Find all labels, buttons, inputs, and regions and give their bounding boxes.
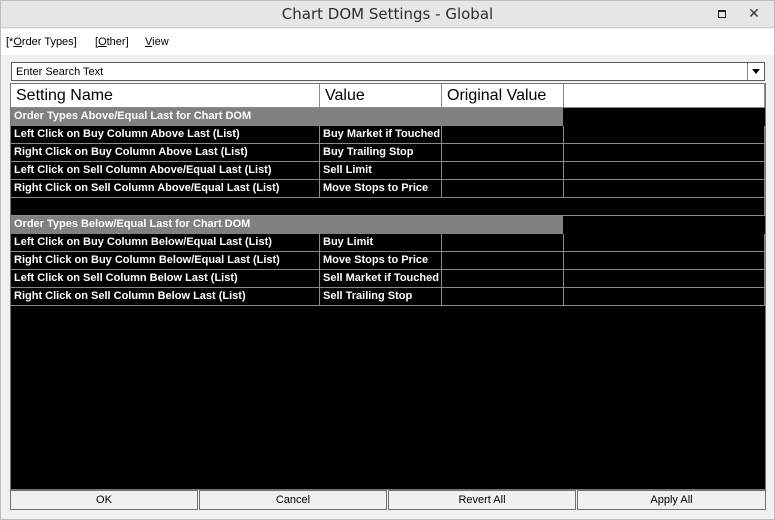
filler-cell [564, 270, 765, 288]
settings-window: Chart DOM Settings - Global ✕ [*Order Ty… [0, 0, 775, 520]
search-input[interactable]: Enter Search Text [16, 66, 103, 78]
cancel-button[interactable]: Cancel [199, 490, 387, 510]
setting-name-cell: Left Click on Buy Column Below/Equal Las… [11, 234, 320, 252]
filler-cell [564, 234, 765, 252]
filler-cell [564, 252, 765, 270]
table-row[interactable]: Left Click on Buy Column Above Last (Lis… [11, 126, 765, 144]
search-combobox[interactable]: Enter Search Text [11, 62, 765, 81]
value-cell[interactable]: Sell Market if Touched [320, 270, 442, 288]
window-title: Chart DOM Settings - Global [281, 5, 494, 23]
menu-other-rest: ther] [106, 36, 129, 48]
setting-name-cell: Right Click on Buy Column Above Last (Li… [11, 144, 320, 162]
grid-header: Setting Name Value Original Value [11, 84, 765, 108]
original-value-cell [442, 162, 564, 180]
original-value-cell [442, 126, 564, 144]
filler-cell [564, 180, 765, 198]
value-cell[interactable]: Move Stops to Price [320, 180, 442, 198]
button-bar: OK Cancel Revert All Apply All [10, 490, 766, 510]
settings-grid: Setting Name Value Original Value Order … [10, 83, 766, 490]
setting-name-cell: Left Click on Buy Column Above Last (Lis… [11, 126, 320, 144]
original-value-cell [442, 144, 564, 162]
table-row[interactable]: Right Click on Buy Column Above Last (Li… [11, 144, 765, 162]
setting-name-cell: Right Click on Buy Column Below/Equal La… [11, 252, 320, 270]
revert-all-button[interactable]: Revert All [388, 490, 576, 510]
ok-button[interactable]: OK [10, 490, 198, 510]
value-cell[interactable]: Sell Trailing Stop [320, 288, 442, 306]
setting-name-cell: Left Click on Sell Column Above/Equal La… [11, 162, 320, 180]
value-cell[interactable]: Buy Market if Touched [320, 126, 442, 144]
value-cell[interactable]: Sell Limit [320, 162, 442, 180]
setting-name-cell: Left Click on Sell Column Below Last (Li… [11, 270, 320, 288]
column-header-value[interactable]: Value [320, 84, 442, 108]
menu-order-types-rest: rder Types] [21, 36, 77, 48]
menu-other[interactable]: [Other] [95, 36, 129, 48]
table-row[interactable]: Left Click on Buy Column Below/Equal Las… [11, 234, 765, 252]
column-header-filler [564, 84, 765, 108]
table-row[interactable]: Right Click on Sell Column Below Last (L… [11, 288, 765, 306]
table-row[interactable]: Right Click on Sell Column Above/Equal L… [11, 180, 765, 198]
menu-bar: [*Order Types] [Other] View [1, 29, 774, 55]
menu-other-accel: O [98, 36, 107, 48]
filler-cell [564, 126, 765, 144]
original-value-cell [442, 252, 564, 270]
close-icon: ✕ [748, 6, 760, 22]
original-value-cell [442, 270, 564, 288]
menu-view-rest: iew [152, 36, 169, 48]
original-value-cell [442, 180, 564, 198]
setting-name-cell: Right Click on Sell Column Below Last (L… [11, 288, 320, 306]
group-header[interactable]: Order Types Below/Equal Last for Chart D… [11, 216, 563, 234]
maximize-button[interactable] [714, 5, 732, 23]
menu-order-types-accel: O [13, 36, 22, 48]
filler-cell [564, 144, 765, 162]
spacer-row [11, 198, 765, 216]
title-bar: Chart DOM Settings - Global ✕ [1, 1, 774, 28]
menu-view[interactable]: View [145, 36, 169, 48]
setting-name-cell: Right Click on Sell Column Above/Equal L… [11, 180, 320, 198]
column-header-original-value[interactable]: Original Value [442, 84, 564, 108]
value-cell[interactable]: Buy Trailing Stop [320, 144, 442, 162]
column-header-setting-name[interactable]: Setting Name [11, 84, 320, 108]
value-cell[interactable]: Move Stops to Price [320, 252, 442, 270]
table-row[interactable]: Left Click on Sell Column Below Last (Li… [11, 270, 765, 288]
close-button[interactable]: ✕ [745, 5, 763, 23]
menu-order-types[interactable]: [*Order Types] [6, 36, 77, 48]
original-value-cell [442, 288, 564, 306]
filler-cell [564, 288, 765, 306]
spacer-cell [11, 198, 765, 216]
maximize-icon [718, 10, 726, 18]
value-cell[interactable]: Buy Limit [320, 234, 442, 252]
group-header[interactable]: Order Types Above/Equal Last for Chart D… [11, 108, 563, 126]
dropdown-arrow-icon[interactable] [747, 63, 764, 80]
original-value-cell [442, 234, 564, 252]
table-row[interactable]: Right Click on Buy Column Below/Equal La… [11, 252, 765, 270]
filler-cell [564, 162, 765, 180]
table-row[interactable]: Left Click on Sell Column Above/Equal La… [11, 162, 765, 180]
apply-all-button[interactable]: Apply All [577, 490, 766, 510]
